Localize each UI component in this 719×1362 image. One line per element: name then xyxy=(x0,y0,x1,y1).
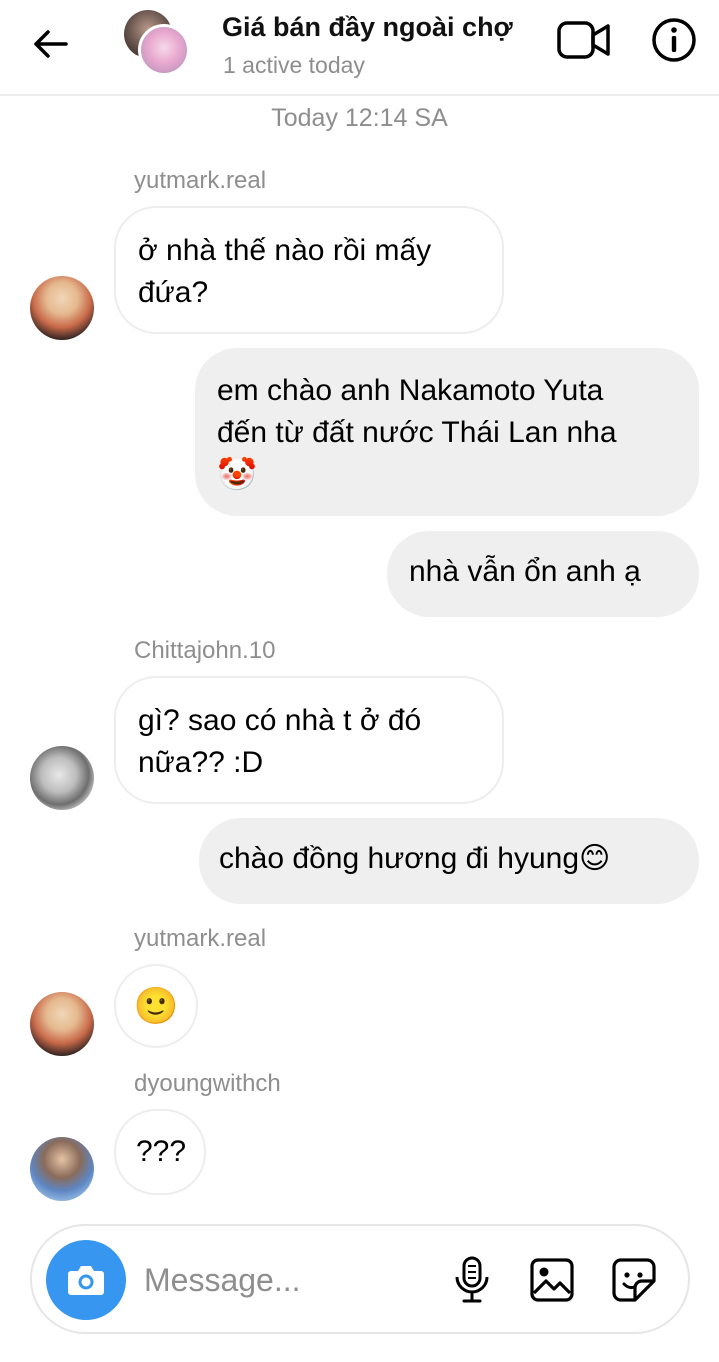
message-composer xyxy=(30,1224,690,1334)
active-status: 1 active today xyxy=(223,52,365,78)
avatar xyxy=(138,24,190,76)
gallery-icon xyxy=(530,1258,574,1302)
avatar[interactable] xyxy=(30,1137,94,1201)
chat-header: Giá bán đầy ngoài chợ 1 active today xyxy=(0,0,719,96)
sender-name: yutmark.real xyxy=(134,925,267,952)
microphone-icon xyxy=(455,1256,489,1303)
slight-smile-emoji: 🙂 xyxy=(133,985,179,1026)
arrow-left-icon xyxy=(34,30,68,58)
sender-name: yutmark.real xyxy=(134,167,267,194)
group-avatar[interactable] xyxy=(124,10,190,76)
timestamp: Today 12:14 SA xyxy=(271,104,448,132)
incoming-message[interactable]: 🙂 xyxy=(114,964,198,1048)
message-line: nhà vẫn ổn anh ạ xyxy=(409,555,641,588)
sender-name: Chittajohn.10 xyxy=(134,637,276,664)
message-line: đứa? xyxy=(138,276,209,309)
avatar[interactable] xyxy=(30,992,94,1056)
info-button[interactable] xyxy=(650,16,698,64)
incoming-message[interactable]: ở nhà thế nào rồi mấy đứa? xyxy=(114,206,504,334)
message-line: nữa?? :D xyxy=(138,746,264,779)
message-text: chào đồng hương đi hyung xyxy=(219,842,580,875)
avatar[interactable] xyxy=(30,746,94,810)
message-line: em chào anh Nakamoto Yuta xyxy=(217,374,604,407)
chat-title[interactable]: Giá bán đầy ngoài chợ xyxy=(222,12,513,43)
sender-name: dyoungwithch xyxy=(134,1070,281,1097)
outgoing-message[interactable]: nhà vẫn ổn anh ạ xyxy=(387,531,699,617)
sticker-icon xyxy=(612,1258,656,1302)
outgoing-message[interactable]: em chào anh Nakamoto Yuta đến từ đất nướ… xyxy=(195,348,699,516)
message-line: đến từ đất nước Thái Lan nha xyxy=(217,416,617,449)
message-text: ??? xyxy=(136,1135,187,1168)
outgoing-message[interactable]: chào đồng hương đi hyung😊 xyxy=(199,818,699,904)
camera-button[interactable] xyxy=(46,1240,126,1320)
message-line: ở nhà thế nào rồi mấy xyxy=(138,234,432,267)
video-call-icon xyxy=(557,21,610,59)
incoming-message[interactable]: ??? xyxy=(114,1109,206,1195)
clown-emoji: 🤡 xyxy=(217,456,257,492)
avatar[interactable] xyxy=(30,276,94,340)
back-button[interactable] xyxy=(28,22,72,66)
incoming-message[interactable]: gì? sao có nhà t ở đó nữa?? :D xyxy=(114,676,504,804)
video-call-button[interactable] xyxy=(556,18,612,62)
sticker-button[interactable] xyxy=(608,1252,660,1308)
smiling-emoji: 😊 xyxy=(579,842,611,875)
camera-icon xyxy=(68,1266,104,1295)
message-line: gì? sao có nhà t ở đó xyxy=(138,704,422,737)
message-input[interactable] xyxy=(144,1252,424,1308)
gallery-button[interactable] xyxy=(526,1252,578,1308)
info-icon xyxy=(652,18,696,62)
voice-message-button[interactable] xyxy=(446,1252,498,1308)
